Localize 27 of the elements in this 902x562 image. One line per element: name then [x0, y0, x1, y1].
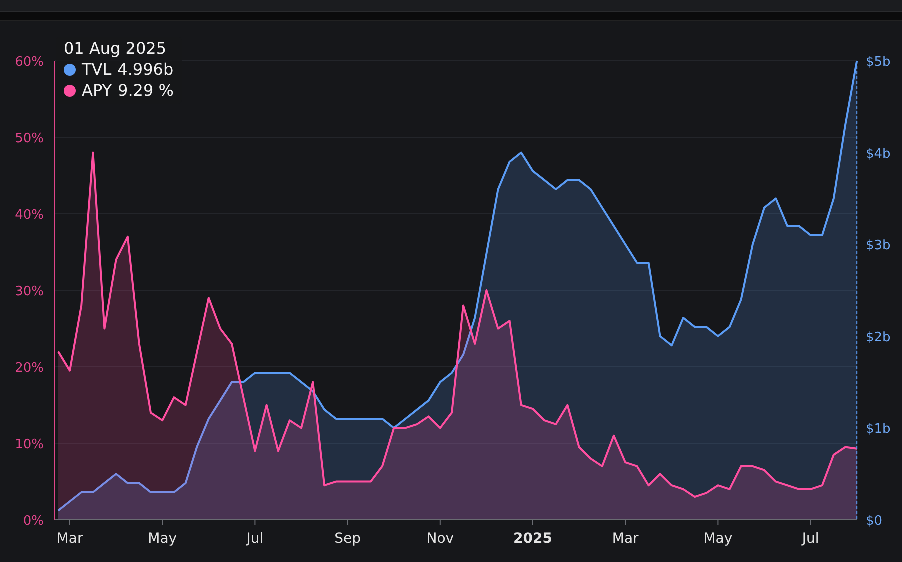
y-axis-label: 30%: [15, 284, 44, 300]
x-axis-label: Jul: [802, 531, 820, 547]
x-axis-label: Mar: [56, 531, 84, 547]
y-axis-label: $5b: [866, 55, 891, 70]
x-axis-label: May: [704, 531, 733, 547]
tooltip-value: 4.996b: [118, 60, 174, 79]
x-axis-label: May: [148, 531, 178, 547]
tooltip-label: TVL: [82, 60, 112, 79]
x-axis-label: Nov: [426, 531, 454, 547]
y-axis-label: 20%: [15, 361, 44, 376]
y-axis-label: $3b: [866, 238, 891, 254]
x-axis-label: Sep: [334, 531, 361, 547]
y-axis-label: 50%: [15, 132, 44, 146]
x-axis-label: Jul: [246, 531, 264, 547]
y-axis-label: 60%: [15, 55, 44, 70]
y-axis-label: $4b: [866, 146, 891, 162]
tooltip-value: 9.29 %: [118, 81, 174, 100]
x-axis-label: Mar: [612, 531, 639, 547]
y-axis-label: $2b: [866, 330, 891, 346]
y-axis-label: 10%: [15, 438, 44, 452]
y-axis-label: 0%: [23, 514, 44, 529]
y-axis-label: $1b: [866, 422, 891, 438]
y-axis-label: 40%: [15, 208, 44, 223]
tooltip-label: APY: [82, 81, 112, 100]
tooltip-date: 01 Aug 2025: [64, 39, 168, 58]
y-axis-label: $0: [866, 514, 883, 529]
x-axis-label: 2025: [514, 531, 552, 547]
